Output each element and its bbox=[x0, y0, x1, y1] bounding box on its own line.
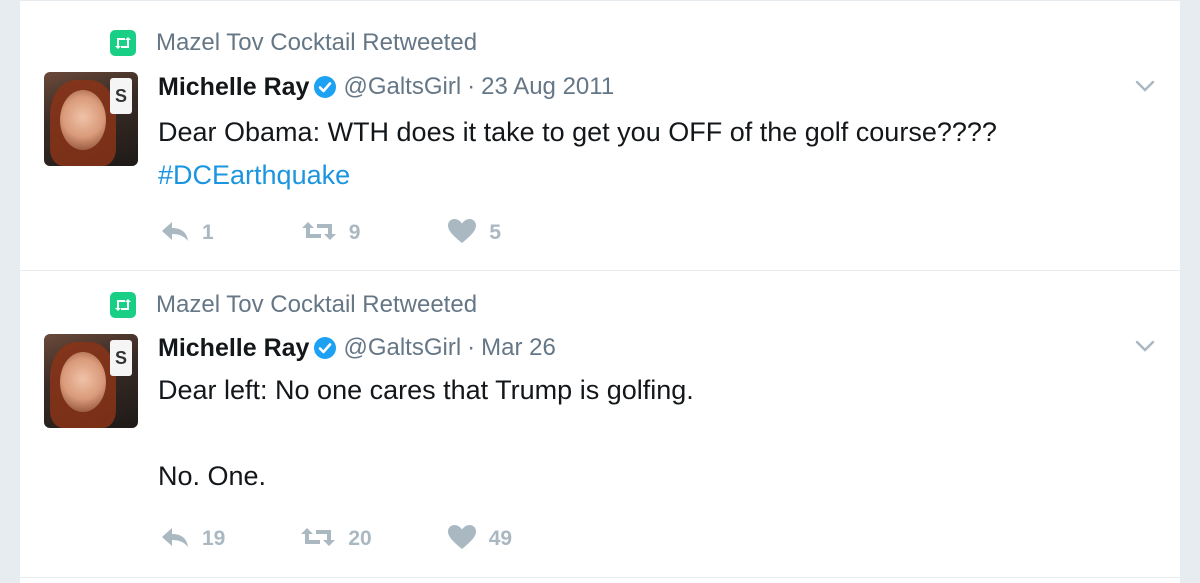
retweet-action[interactable]: 20 bbox=[300, 526, 372, 553]
avatar[interactable]: S bbox=[44, 334, 138, 428]
tweet-header: Michelle Ray @GaltsGirl · Mar 26 bbox=[158, 331, 556, 365]
avatar-face bbox=[60, 352, 106, 412]
tweet-text: Dear left: No one cares that Trump is go… bbox=[158, 369, 694, 498]
retweeted-by-label: Mazel Tov Cocktail Retweeted bbox=[156, 291, 478, 318]
retweet-icon bbox=[301, 220, 337, 247]
verified-badge-icon bbox=[313, 75, 337, 99]
avatar-badge: S bbox=[110, 78, 132, 114]
retweet-context[interactable]: Mazel Tov Cocktail Retweeted bbox=[110, 29, 477, 57]
tweet-text-line: Dear Obama: WTH does it take to get you … bbox=[158, 117, 997, 147]
verified-badge-icon bbox=[313, 336, 337, 360]
heart-icon bbox=[447, 524, 477, 555]
author-name[interactable]: Michelle Ray bbox=[158, 73, 309, 102]
avatar[interactable]: S bbox=[44, 72, 138, 166]
like-action[interactable]: 5 bbox=[447, 218, 501, 249]
retweet-context-icon bbox=[110, 292, 136, 318]
tweet-text: Dear Obama: WTH does it take to get you … bbox=[158, 111, 997, 197]
avatar-face bbox=[60, 90, 106, 150]
tweet[interactable]: Mazel Tov Cocktail Retweeted S Michelle … bbox=[20, 271, 1180, 578]
retweet-icon bbox=[300, 526, 336, 553]
retweet-context-icon bbox=[110, 30, 136, 56]
retweet-count: 9 bbox=[348, 221, 361, 244]
reply-action[interactable]: 19 bbox=[160, 525, 225, 554]
like-action[interactable]: 49 bbox=[447, 524, 512, 555]
tweet-date[interactable]: 23 Aug 2011 bbox=[481, 73, 614, 101]
reply-count: 19 bbox=[202, 527, 226, 550]
author-handle[interactable]: @GaltsGirl bbox=[343, 334, 461, 362]
retweet-count: 20 bbox=[348, 527, 372, 550]
tweet[interactable]: Mazel Tov Cocktail Retweeted S Michelle … bbox=[20, 0, 1180, 271]
heart-icon bbox=[447, 218, 477, 249]
reply-count: 1 bbox=[202, 221, 214, 244]
reply-icon bbox=[160, 525, 190, 554]
retweet-context[interactable]: Mazel Tov Cocktail Retweeted bbox=[110, 291, 477, 319]
tweet-text-line: Dear left: No one cares that Trump is go… bbox=[158, 375, 694, 405]
tweet-text-line: No. One. bbox=[158, 461, 267, 491]
timeline: Mazel Tov Cocktail Retweeted S Michelle … bbox=[20, 0, 1180, 583]
reply-icon bbox=[160, 219, 190, 248]
tweet-actions: 19 20 49 bbox=[160, 524, 512, 554]
reply-action[interactable]: 1 bbox=[160, 219, 214, 248]
like-count: 49 bbox=[488, 527, 513, 550]
tweet-actions: 1 9 5 bbox=[160, 218, 501, 248]
separator: · bbox=[467, 73, 476, 100]
hashtag-link[interactable]: #DCEarthquake bbox=[158, 154, 997, 197]
retweeted-by-label: Mazel Tov Cocktail Retweeted bbox=[156, 29, 478, 56]
author-name[interactable]: Michelle Ray bbox=[158, 334, 309, 363]
tweet-date[interactable]: Mar 26 bbox=[481, 334, 556, 362]
like-count: 5 bbox=[489, 221, 502, 244]
retweet-action[interactable]: 9 bbox=[301, 220, 361, 247]
separator: · bbox=[467, 334, 476, 361]
tweet-header: Michelle Ray @GaltsGirl · 23 Aug 2011 bbox=[158, 70, 614, 104]
avatar-badge: S bbox=[110, 340, 132, 376]
chevron-down-icon[interactable] bbox=[1135, 79, 1155, 93]
author-handle[interactable]: @GaltsGirl bbox=[343, 73, 461, 101]
chevron-down-icon[interactable] bbox=[1135, 339, 1155, 353]
